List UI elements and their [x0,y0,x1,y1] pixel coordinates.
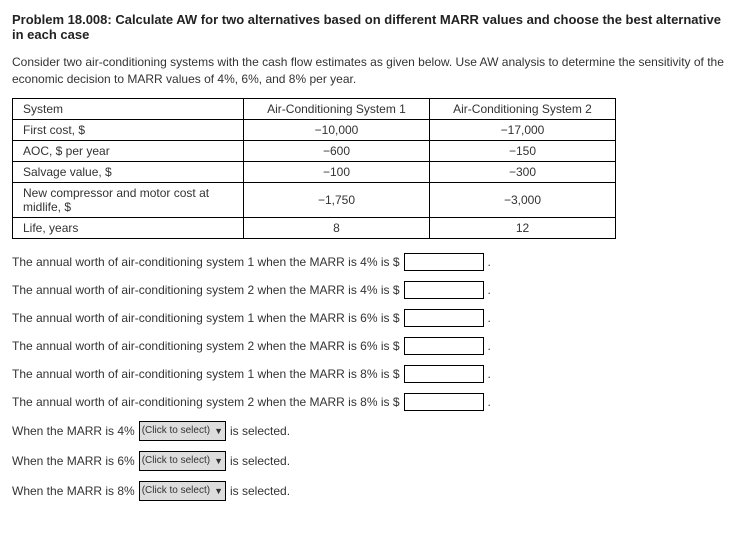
row-val-b: −300 [430,161,616,182]
answer-input[interactable] [404,309,484,327]
chevron-down-icon: ▼ [214,486,223,496]
row-val-a: −100 [244,161,430,182]
select-pre-label: When the MARR is 8% [12,484,135,498]
problem-title: Problem 18.008: Calculate AW for two alt… [12,12,724,42]
period: . [488,339,491,353]
table-row: First cost, $−10,000−17,000 [13,119,616,140]
problem-intro: Consider two air-conditioning systems wi… [12,54,724,88]
marr4-select[interactable]: (Click to select) ▼ [139,421,226,441]
row-label: Life, years [13,217,244,238]
question-label: The annual worth of air-conditioning sys… [12,311,400,325]
table-row: Life, years812 [13,217,616,238]
select-post-label: is selected. [230,424,290,438]
row-val-a: −10,000 [244,119,430,140]
row-val-b: −3,000 [430,182,616,217]
marr8-select[interactable]: (Click to select) ▼ [139,481,226,501]
period: . [488,283,491,297]
select-placeholder: (Click to select) [142,455,210,466]
table-row: New compressor and motor cost at midlife… [13,182,616,217]
row-label: AOC, $ per year [13,140,244,161]
question-label: The annual worth of air-conditioning sys… [12,255,400,269]
table-row: Salvage value, $−100−300 [13,161,616,182]
question-label: The annual worth of air-conditioning sys… [12,395,400,409]
select-pre-label: When the MARR is 4% [12,424,135,438]
select-placeholder: (Click to select) [142,425,210,436]
select-post-label: is selected. [230,484,290,498]
select-placeholder: (Click to select) [142,485,210,496]
select-post-label: is selected. [230,454,290,468]
row-label: Salvage value, $ [13,161,244,182]
period: . [488,311,491,325]
row-val-a: 8 [244,217,430,238]
chevron-down-icon: ▼ [214,456,223,466]
question-label: The annual worth of air-conditioning sys… [12,367,400,381]
data-table: System Air-Conditioning System 1 Air-Con… [12,98,616,239]
answer-input[interactable] [404,253,484,271]
header-sys1: Air-Conditioning System 1 [244,98,430,119]
row-val-b: −150 [430,140,616,161]
answer-input[interactable] [404,281,484,299]
row-val-b: −17,000 [430,119,616,140]
row-label: New compressor and motor cost at midlife… [13,182,244,217]
answer-input[interactable] [404,337,484,355]
table-row: AOC, $ per year−600−150 [13,140,616,161]
header-system: System [13,98,244,119]
question-label: The annual worth of air-conditioning sys… [12,283,400,297]
period: . [488,255,491,269]
header-sys2: Air-Conditioning System 2 [430,98,616,119]
period: . [488,395,491,409]
row-val-a: −600 [244,140,430,161]
select-pre-label: When the MARR is 6% [12,454,135,468]
answer-input[interactable] [404,365,484,383]
row-val-a: −1,750 [244,182,430,217]
period: . [488,367,491,381]
marr6-select[interactable]: (Click to select) ▼ [139,451,226,471]
answer-input[interactable] [404,393,484,411]
row-label: First cost, $ [13,119,244,140]
chevron-down-icon: ▼ [214,426,223,436]
question-label: The annual worth of air-conditioning sys… [12,339,400,353]
row-val-b: 12 [430,217,616,238]
